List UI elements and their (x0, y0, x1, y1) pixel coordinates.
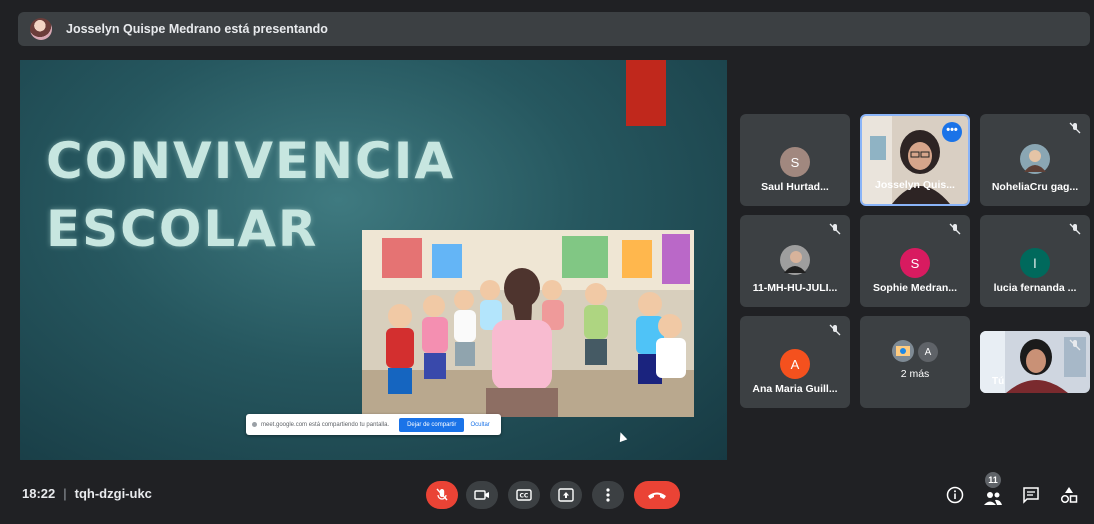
participant-name: 11-MH-HU-JULI... (752, 282, 838, 294)
presenter-avatar (30, 18, 52, 40)
self-label: Tú (992, 376, 1005, 387)
meeting-info: 18:22 | tqh-dzgi-ukc (22, 486, 152, 501)
participant-tile[interactable]: NoheliaCru gag... (980, 114, 1090, 206)
mic-off-icon (436, 488, 448, 501)
chat-icon (1023, 487, 1039, 504)
participant-tile[interactable]: l lucia fernanda ... (980, 215, 1090, 307)
participant-name: Ana Maria Guill... (752, 383, 838, 395)
avatar: A (780, 349, 810, 379)
people-icon (984, 492, 1002, 505)
stop-sharing-button[interactable]: Dejar de compartir (399, 417, 465, 432)
mic-off-icon (829, 223, 841, 235)
avatar (780, 245, 810, 275)
avatar: S (780, 147, 810, 177)
participant-name: NoheliaCru gag... (991, 181, 1079, 193)
slide-red-accent (626, 60, 666, 126)
avatar: l (1020, 248, 1050, 278)
captions-icon: CC (516, 489, 532, 501)
presenter-banner: Josselyn Quispe Medrano está presentando (18, 12, 1090, 46)
presenter-text: Josselyn Quispe Medrano está presentando (66, 22, 328, 36)
shared-screen: CONVIVENCIA ESCOLAR meet.google.com está… (20, 60, 727, 460)
avatar (1020, 144, 1050, 174)
mic-off-icon (949, 223, 961, 235)
participant-tile-active-speaker[interactable]: ••• Josselyn Quis... (860, 114, 970, 206)
avatar (892, 340, 914, 362)
self-view-tile[interactable]: Tú (980, 331, 1090, 393)
hide-notice-button[interactable]: Ocultar (470, 422, 489, 428)
camera-icon (474, 490, 489, 500)
share-notice-text: meet.google.com está compartiendo tu pan… (261, 421, 390, 428)
info-icon (946, 486, 964, 504)
end-call-button[interactable] (634, 481, 680, 509)
participant-name: lucia fernanda ... (993, 282, 1077, 294)
more-options-button[interactable] (592, 481, 624, 509)
divider: | (63, 486, 67, 501)
captions-button[interactable]: CC (508, 481, 540, 509)
more-participants-tile[interactable]: A 2 más (860, 316, 970, 408)
people-button[interactable]: 11 (980, 472, 1006, 508)
mouse-cursor-icon (616, 430, 628, 443)
mic-toggle-button[interactable] (426, 481, 458, 509)
participant-tile[interactable]: A Ana Maria Guill... (740, 316, 850, 408)
more-options-icon[interactable]: ••• (942, 122, 962, 142)
more-icon (606, 488, 610, 502)
svg-text:CC: CC (520, 493, 529, 500)
slide-title-line2: ESCOLAR (46, 200, 319, 258)
classroom-photo (362, 230, 694, 417)
participant-name: Saul Hurtad... (761, 181, 829, 193)
screen-share-notice: meet.google.com está compartiendo tu pan… (246, 414, 501, 435)
meeting-code[interactable]: tqh-dzgi-ukc (75, 486, 152, 501)
participant-tile[interactable]: S Saul Hurtad... (740, 114, 850, 206)
participant-tile[interactable]: S Sophie Medran... (860, 215, 970, 307)
mic-off-icon (1069, 339, 1081, 351)
mic-off-icon (829, 324, 841, 336)
meeting-details-button[interactable] (942, 482, 968, 508)
avatar: S (900, 248, 930, 278)
participant-name: Josselyn Quis... (875, 179, 955, 191)
share-indicator-icon (252, 422, 257, 427)
clock: 18:22 (22, 486, 56, 501)
more-participants-label: 2 más (900, 368, 930, 380)
present-button[interactable] (550, 481, 582, 509)
chat-button[interactable] (1018, 482, 1044, 508)
participant-count-badge: 11 (985, 472, 1001, 488)
activities-icon (1060, 487, 1078, 504)
mic-off-icon (1069, 223, 1081, 235)
mic-off-icon (1069, 122, 1081, 134)
participant-tile[interactable]: 11-MH-HU-JULI... (740, 215, 850, 307)
present-icon (558, 488, 574, 502)
camera-toggle-button[interactable] (466, 481, 498, 509)
participant-name: Sophie Medran... (872, 282, 957, 294)
activities-button[interactable] (1056, 482, 1082, 508)
end-call-icon (648, 492, 666, 499)
slide-title-line1: CONVIVENCIA (46, 132, 456, 190)
avatar: A (918, 342, 938, 362)
